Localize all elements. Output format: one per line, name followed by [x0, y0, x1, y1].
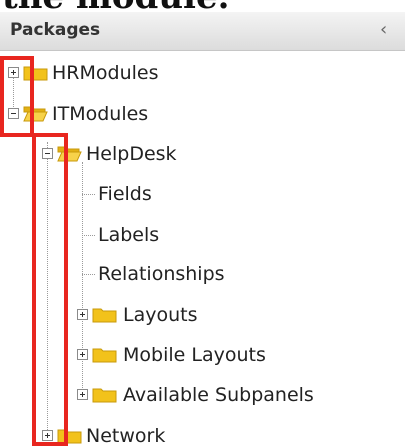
folder-open-icon	[23, 106, 48, 122]
packages-tree-screenshot: the module. Packages ‹ HRModules ITModul…	[0, 0, 407, 446]
collapse-toggle-icon[interactable]	[8, 108, 19, 119]
expand-toggle-icon[interactable]	[42, 430, 53, 441]
folder-closed-icon	[23, 66, 48, 81]
tree-item-mobile-layouts[interactable]: Mobile Layouts	[123, 344, 266, 366]
tree-item-layouts[interactable]: Layouts	[123, 304, 198, 326]
tree-item-helpdesk[interactable]: HelpDesk	[86, 143, 177, 165]
folder-closed-icon	[57, 429, 82, 444]
folder-closed-icon	[92, 348, 117, 363]
tree-item-itmodules[interactable]: ITModules	[52, 103, 148, 125]
tree-item-network[interactable]: Network	[86, 425, 165, 446]
tree-connector	[47, 142, 48, 438]
panel-title: Packages	[10, 20, 101, 40]
highlight-box-subtree-toggles	[32, 133, 68, 446]
collapse-toggle-icon[interactable]	[42, 148, 53, 159]
panel-header: Packages ‹	[0, 12, 405, 51]
tree-connector	[82, 235, 95, 236]
folder-closed-icon	[92, 308, 117, 323]
tree-item-relationships[interactable]: Relationships	[98, 263, 225, 285]
expand-toggle-icon[interactable]	[8, 67, 19, 78]
expand-toggle-icon[interactable]	[77, 389, 88, 400]
tree-connector	[82, 194, 95, 195]
tree-item-labels[interactable]: Labels	[98, 224, 159, 246]
tree-connector	[82, 274, 95, 275]
tree-item-available-subpanels[interactable]: Available Subpanels	[123, 384, 314, 406]
tree-item-fields[interactable]: Fields	[98, 183, 152, 205]
folder-closed-icon	[92, 388, 117, 403]
tree-item-hrmodules[interactable]: HRModules	[52, 62, 158, 84]
folder-open-icon	[57, 146, 82, 162]
expand-toggle-icon[interactable]	[77, 349, 88, 360]
collapse-chevron-icon[interactable]: ‹	[380, 19, 387, 40]
expand-toggle-icon[interactable]	[77, 309, 88, 320]
packages-panel: Packages ‹ HRModules ITModules HelpDesk	[0, 12, 405, 446]
